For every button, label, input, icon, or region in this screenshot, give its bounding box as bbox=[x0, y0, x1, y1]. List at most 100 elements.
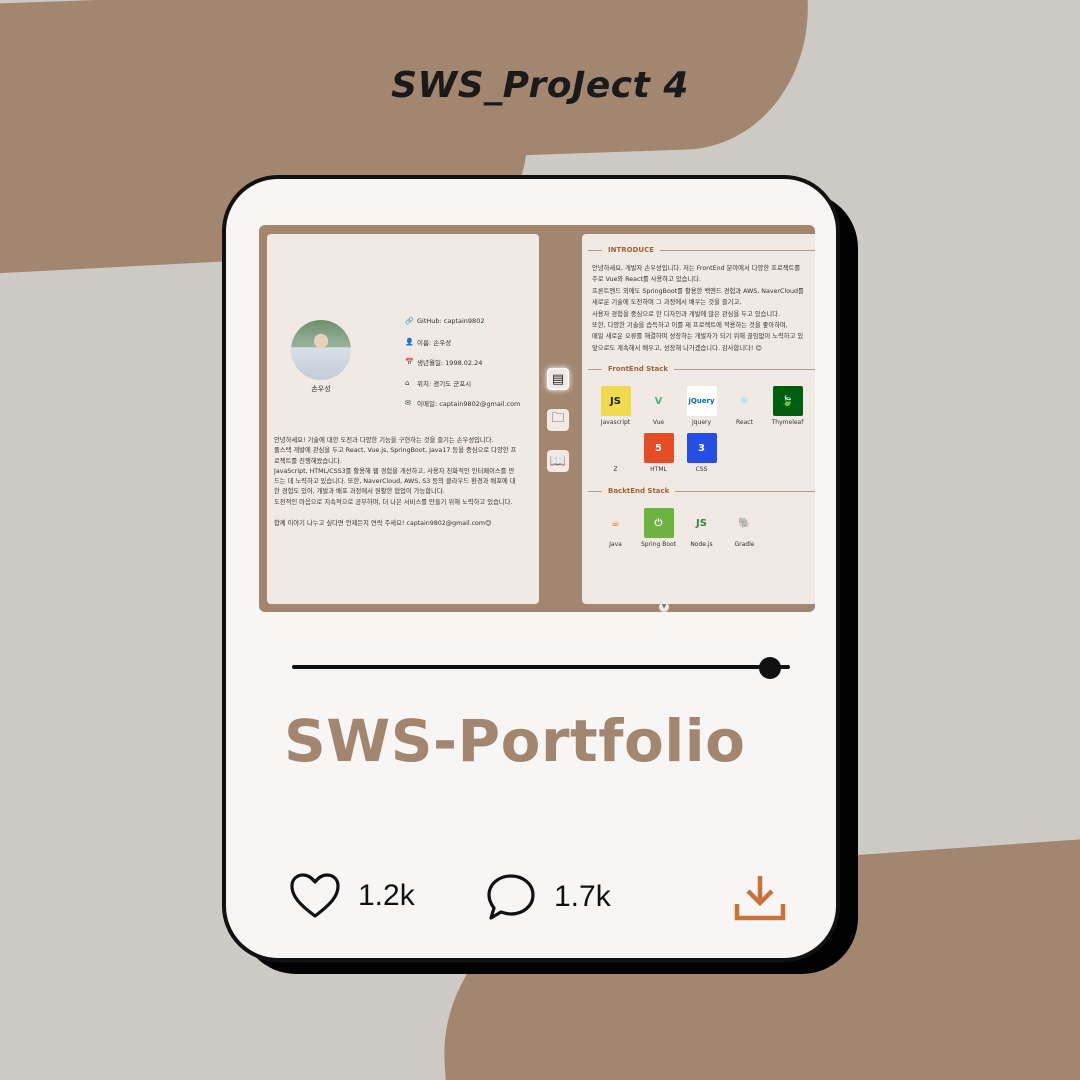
introduce-line: 사용자 경험을 중심으로 한 디자인과 개발에 많은 관심을 두고 있습니다. bbox=[592, 310, 781, 318]
backend-heading: BacktEnd Stack bbox=[588, 484, 815, 498]
stack-logo-icon: 🍃 bbox=[772, 386, 803, 417]
profile-info-row: ✉ 이메일: captain9802@gmail.com bbox=[405, 393, 520, 414]
introduce-text: 안녕하세요, 개발자 손우성입니다. 저는 FrontEnd 분야에서 다양한 … bbox=[592, 263, 815, 354]
stack-label: CSS bbox=[695, 466, 708, 474]
stack-label: Javascript bbox=[600, 419, 631, 427]
progress-slider[interactable] bbox=[292, 657, 790, 679]
introduce-heading: INTRODUCE bbox=[588, 243, 815, 257]
stack-logo-icon: ⏻ bbox=[643, 508, 674, 539]
profile-intro-line: 드는 데 노력하고 있습니다. 또한, NaverCloud, AWS, S3 … bbox=[274, 478, 516, 486]
introduce-line: 앞으로도 계속해서 배우고, 성장해 나가겠습니다. 감사합니다! 😊 bbox=[592, 344, 762, 352]
profile-info-text: 위치: 경기도 군포시 bbox=[417, 379, 472, 388]
stack-label: HTML bbox=[650, 466, 667, 474]
introduce-line: 안녕하세요, 개발자 손우성입니다. 저는 FrontEnd 분야에서 다양한 … bbox=[592, 265, 801, 272]
stack-label: Jquery bbox=[691, 419, 712, 427]
profile-info-text: GitHub: captain9802 bbox=[417, 317, 485, 326]
stack-logo-icon bbox=[600, 433, 631, 464]
stack-label: Thymeleaf bbox=[771, 419, 804, 427]
profile-intro-line: 안녕하세요! 기술에 대한 도전과 다양한 기능을 구현하는 것을 즐기는 손우… bbox=[274, 437, 494, 444]
stack-item: V Vue bbox=[637, 386, 680, 427]
stack-item: 5 HTML bbox=[637, 433, 680, 474]
frontend-title: FrontEnd Stack bbox=[608, 365, 669, 374]
project-title: SWS-Portfolio bbox=[284, 707, 746, 775]
profile-card-icon[interactable]: ▤ bbox=[547, 368, 569, 390]
profile-intro-line: 한 경험도 있어, 개발과 배포 과정에서 원활한 협업이 가능합니다. bbox=[274, 488, 445, 496]
stack-logo-icon: JS bbox=[686, 508, 717, 539]
stack-logo-icon: ☕ bbox=[600, 508, 631, 539]
progress-track bbox=[292, 665, 790, 669]
profile-info-row: 🔗 GitHub: captain9802 bbox=[405, 311, 520, 332]
profile-panel: 손우성 🔗 GitHub: captain9802 👤 이름: 손우성 📅 생년월일: 1… bbox=[267, 234, 539, 604]
introduce-line: 새로운 기술에 도전하며 그 과정에서 배우는 것을 즐기고, bbox=[592, 299, 742, 307]
stack-item: JS Javascript bbox=[594, 386, 637, 427]
stack-item: Z bbox=[594, 433, 637, 474]
profile-info-row: 📅 생년월일: 1998.02.24 bbox=[405, 352, 520, 373]
introduce-title: INTRODUCE bbox=[608, 246, 654, 254]
portfolio-screenshot: 손우성 🔗 GitHub: captain9802 👤 이름: 손우성 📅 생년월일: 1… bbox=[259, 225, 815, 612]
stack-logo-icon: 5 bbox=[643, 433, 674, 464]
stack-item: jQuery Jquery bbox=[680, 386, 723, 427]
introduce-line: 프론트엔드 외에도 SpringBoot를 활용한 백엔드 경험과 AWS, N… bbox=[592, 287, 804, 295]
user-icon: 👤 bbox=[405, 337, 414, 346]
side-nav: ▤ 🗀 📖 bbox=[547, 368, 571, 491]
stack-label: React bbox=[736, 419, 753, 427]
post-card: 손우성 🔗 GitHub: captain9802 👤 이름: 손우성 📅 생년월일: 1… bbox=[222, 175, 840, 962]
like-count: 1.2k bbox=[358, 879, 415, 912]
avatar bbox=[291, 320, 351, 380]
profile-info-row: 👤 이름: 손우성 bbox=[405, 332, 520, 353]
stack-label: Spring Boot bbox=[640, 541, 677, 549]
stack-item: ⚛ React bbox=[723, 386, 766, 427]
avatar-name: 손우성 bbox=[311, 385, 331, 393]
heart-icon bbox=[290, 873, 340, 918]
stack-item: 🍃 Thymeleaf bbox=[766, 386, 809, 427]
stack-label: Node.js bbox=[690, 541, 713, 549]
stack-logo-icon: JS bbox=[600, 386, 631, 417]
stack-logo-icon: 3 bbox=[686, 433, 717, 464]
introduce-line: 또한, 다양한 기술을 습득하고 이를 제 프로젝트에 적용하는 것을 좋아하며… bbox=[592, 322, 788, 330]
backend-title: BacktEnd Stack bbox=[608, 487, 670, 496]
action-bar: 1.2k 1.7k bbox=[289, 872, 789, 928]
folder-icon[interactable]: 🗀 bbox=[547, 409, 569, 431]
profile-info-text: 생년월일: 1998.02.24 bbox=[417, 359, 483, 368]
stack-item: JS Node.js bbox=[680, 508, 723, 549]
mail-icon: ✉ bbox=[405, 399, 411, 408]
stack-label: Java bbox=[609, 541, 622, 549]
stack-item: ⏻ Spring Boot bbox=[637, 508, 680, 549]
comment-icon bbox=[487, 874, 535, 920]
stack-label: Z bbox=[613, 466, 618, 474]
book-icon[interactable]: 📖 bbox=[547, 450, 569, 472]
backend-stack-grid: ☕ Java ⏻ Spring Boot JS Node.js 🐘 Gradle bbox=[594, 508, 815, 555]
frontend-stack-grid: JS Javascript V Vue jQuery Jquery ⚛ React 🍃 Thyme… bbox=[594, 386, 815, 480]
stack-logo-icon: 🐘 bbox=[729, 508, 760, 539]
stack-logo-icon: ⚛ bbox=[729, 386, 760, 417]
calendar-icon: 📅 bbox=[405, 358, 414, 367]
scroll-down-icon[interactable]: ▼ bbox=[659, 602, 669, 612]
stack-item: ☕ Java bbox=[594, 508, 637, 549]
profile-intro-line: 풀스택 개발에 관심을 두고 React, Vue.js, SpringBoot… bbox=[274, 447, 517, 455]
stack-item: 🐘 Gradle bbox=[723, 508, 766, 549]
comment-count: 1.7k bbox=[554, 880, 611, 913]
profile-intro-line: 도전적인 마음으로 지속적으로 공부하며, 더 나은 서비스를 만들기 위해 노… bbox=[274, 498, 513, 506]
skills-panel: INTRODUCE 안녕하세요, 개발자 손우성입니다. 저는 FrontEnd… bbox=[582, 234, 815, 604]
stack-logo-icon: V bbox=[643, 386, 674, 417]
profile-info-text: 이름: 손우성 bbox=[417, 338, 452, 347]
profile-info-row: ⌂ 위치: 경기도 군포시 bbox=[405, 373, 520, 394]
like-button[interactable]: 1.2k bbox=[289, 872, 415, 920]
profile-info-text: 이메일: captain9802@gmail.com bbox=[417, 400, 521, 409]
introduce-line: 주로 Vue와 React를 사용하고 있습니다. bbox=[592, 276, 702, 284]
contact-line: 함께 이야기 나누고 싶다면 언제든지 연락 주세요! captain9802@… bbox=[274, 520, 492, 527]
link-icon: 🔗 bbox=[405, 317, 414, 326]
home-icon: ⌂ bbox=[405, 378, 410, 387]
frontend-heading: FrontEnd Stack bbox=[588, 362, 815, 376]
stack-label: Gradle bbox=[734, 541, 755, 549]
page-title: SWS_ProJect 4 bbox=[391, 65, 689, 106]
download-button[interactable] bbox=[734, 874, 786, 922]
stack-label: Vue bbox=[652, 419, 665, 427]
download-icon bbox=[734, 876, 786, 921]
progress-knob[interactable] bbox=[759, 657, 782, 679]
stack-item: 3 CSS bbox=[680, 433, 723, 474]
profile-intro: 안녕하세요! 기술에 대한 도전과 다양한 기능을 구현하는 것을 즐기는 손우… bbox=[274, 436, 536, 508]
comment-button[interactable]: 1.7k bbox=[485, 872, 611, 922]
profile-info-list: 🔗 GitHub: captain9802 👤 이름: 손우성 📅 생년월일: 1998.… bbox=[405, 311, 520, 414]
introduce-line: 매일 새로운 오류를 해결하며 성장하는 개발자가 되기 위해 끊임없이 노력하… bbox=[592, 333, 804, 341]
